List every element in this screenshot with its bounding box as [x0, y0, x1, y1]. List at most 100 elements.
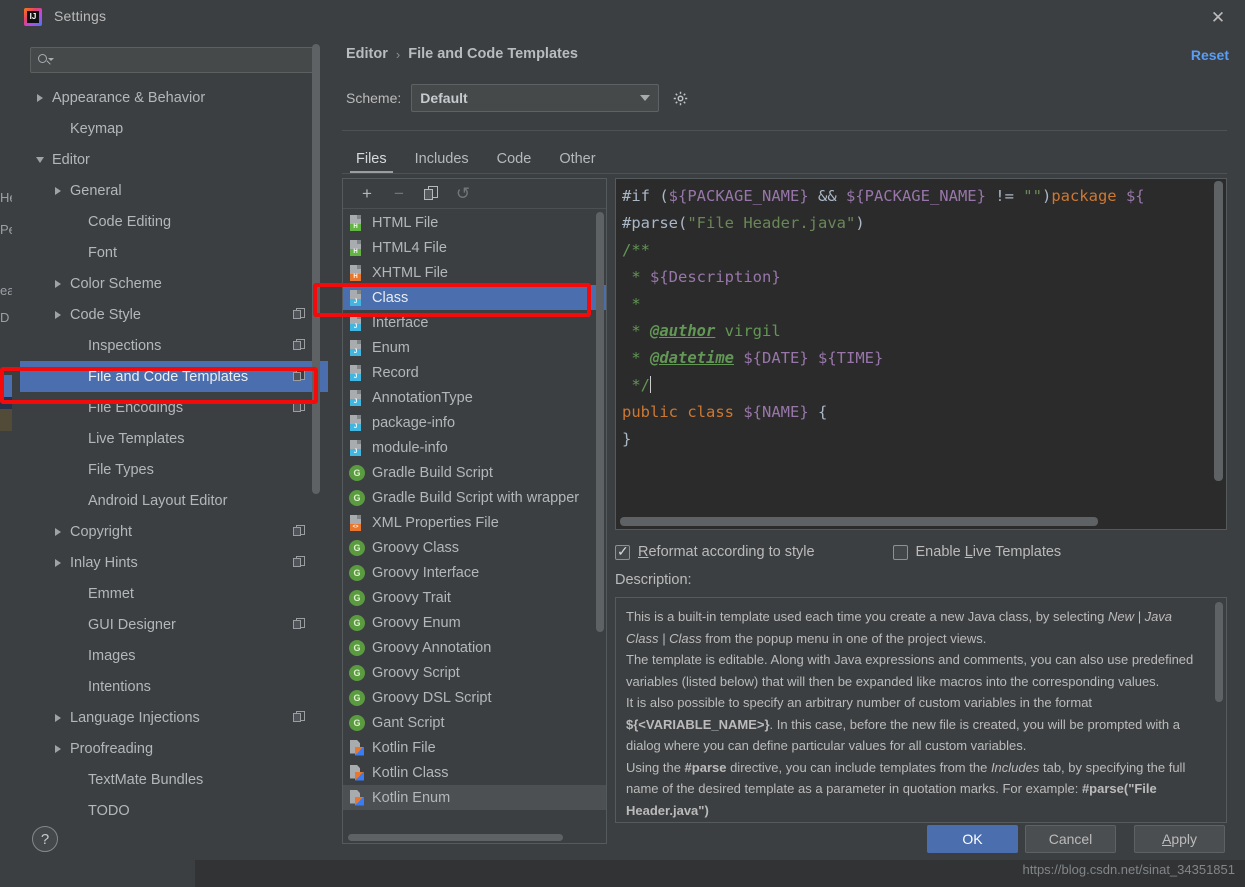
template-list-item[interactable]: G Gradle Build Script [343, 460, 606, 485]
template-list-item[interactable]: G Groovy Annotation [343, 635, 606, 660]
template-list-item[interactable]: G Groovy DSL Script [343, 685, 606, 710]
cancel-button[interactable]: Cancel [1025, 825, 1116, 853]
sidebar-item-android-layout-editor[interactable]: Android Layout Editor [20, 485, 328, 516]
template-code-text[interactable]: #if (${PACKAGE_NAME} && ${PACKAGE_NAME} … [622, 183, 1226, 453]
sidebar-item-label: Font [88, 244, 118, 261]
template-list-item[interactable]: H HTML4 File [343, 235, 606, 260]
chevron-down-icon[interactable] [34, 153, 48, 167]
tab-code[interactable]: Code [483, 151, 546, 174]
reformat-checkbox[interactable]: Reformat according to style [615, 543, 815, 560]
chevron-right-icon[interactable] [34, 91, 48, 105]
sidebar-item-file-and-code-templates[interactable]: File and Code Templates [20, 361, 328, 392]
template-list-item[interactable]: G Groovy Enum [343, 610, 606, 635]
editor-vscrollbar[interactable] [1214, 181, 1223, 481]
add-template-button[interactable]: + [351, 181, 383, 207]
chevron-right-icon[interactable] [52, 556, 66, 570]
chevron-right-icon[interactable] [52, 308, 66, 322]
sidebar-item-file-types[interactable]: File Types [20, 454, 328, 485]
sidebar-item-live-templates[interactable]: Live Templates [20, 423, 328, 454]
sidebar-item-emmet[interactable]: Emmet [20, 578, 328, 609]
sidebar-item-editor[interactable]: Editor [20, 144, 328, 175]
template-list-item[interactable]: J Record [343, 360, 606, 385]
live-templates-checkbox[interactable]: Enable Live Templates [892, 544, 1061, 560]
tab-includes[interactable]: Includes [401, 151, 483, 174]
sidebar-item-textmate-bundles[interactable]: TextMate Bundles [20, 764, 328, 795]
template-list-item[interactable]: H XHTML File [343, 260, 606, 285]
template-list-item[interactable]: Kotlin Enum [343, 785, 606, 810]
template-list-vscrollbar[interactable] [596, 212, 604, 632]
search-input[interactable] [53, 51, 311, 69]
template-list-item[interactable]: J Class [343, 285, 606, 310]
reset-template-button[interactable]: ↺ [447, 181, 479, 207]
editor-hscrollbar[interactable] [620, 517, 1098, 526]
help-icon[interactable]: ? [32, 826, 58, 852]
sidebar-item-todo[interactable]: TODO [20, 795, 328, 819]
chevron-right-icon[interactable] [52, 277, 66, 291]
template-list-item[interactable]: G Groovy Trait [343, 585, 606, 610]
template-list-item[interactable]: G Groovy Class [343, 535, 606, 560]
sidebar-item-code-editing[interactable]: Code Editing [20, 206, 328, 237]
search-box[interactable] [30, 47, 318, 73]
template-list-item[interactable]: Kotlin Class [343, 760, 606, 785]
template-list-item[interactable]: G Gant Script [343, 710, 606, 735]
template-list-item[interactable]: J Enum [343, 335, 606, 360]
apply-button[interactable]: Apply [1134, 825, 1225, 853]
sidebar-item-appearance-behavior[interactable]: Appearance & Behavior [20, 82, 328, 113]
tab-files[interactable]: Files [342, 151, 401, 174]
live-templates-checkbox-box[interactable] [892, 544, 908, 560]
chevron-right-icon[interactable] [52, 711, 66, 725]
sidebar-item-proofreading[interactable]: Proofreading [20, 733, 328, 764]
reset-link[interactable]: Reset [1191, 47, 1229, 63]
sidebar-item-images[interactable]: Images [20, 640, 328, 671]
template-code-editor[interactable]: #if (${PACKAGE_NAME} && ${PACKAGE_NAME} … [615, 178, 1227, 530]
sidebar-item-label: Code Style [70, 306, 141, 323]
template-list-item[interactable]: Kotlin File [343, 735, 606, 760]
sidebar-item-color-scheme[interactable]: Color Scheme [20, 268, 328, 299]
ok-button[interactable]: OK [927, 825, 1018, 853]
copy-icon [293, 556, 306, 569]
sidebar-item-gui-designer[interactable]: GUI Designer [20, 609, 328, 640]
close-icon[interactable]: ✕ [1201, 6, 1235, 30]
sidebar-item-label: General [70, 182, 122, 199]
scheme-dropdown[interactable]: Default [411, 84, 660, 112]
description-vscrollbar[interactable] [1215, 602, 1223, 702]
breadcrumb-item-editor[interactable]: Editor [346, 46, 388, 62]
template-list-item[interactable]: H HTML File [343, 210, 606, 235]
sidebar-item-font[interactable]: Font [20, 237, 328, 268]
code-token: != [985, 187, 1024, 205]
tab-other[interactable]: Other [545, 151, 609, 174]
sidebar-item-intentions[interactable]: Intentions [20, 671, 328, 702]
template-list-item[interactable]: J AnnotationType [343, 385, 606, 410]
template-list-item[interactable]: G Groovy Script [343, 660, 606, 685]
sidebar-item-code-style[interactable]: Code Style [20, 299, 328, 330]
template-list-item-label: Groovy Enum [372, 614, 461, 631]
sidebar-item-language-injections[interactable]: Language Injections [20, 702, 328, 733]
template-list-item-label: HTML File [372, 214, 439, 231]
template-list-item[interactable]: J Interface [343, 310, 606, 335]
template-list-item[interactable]: Jmodule-info [343, 435, 606, 460]
sidebar-item-inlay-hints[interactable]: Inlay Hints [20, 547, 328, 578]
chevron-right-icon[interactable] [52, 525, 66, 539]
template-list-item[interactable]: G Groovy Interface [343, 560, 606, 585]
reformat-checkbox-box[interactable] [615, 543, 630, 560]
gear-icon[interactable] [669, 87, 691, 109]
template-list-item[interactable]: G Gradle Build Script with wrapper [343, 485, 606, 510]
sidebar-item-file-encodings[interactable]: File Encodings [20, 392, 328, 423]
code-token: ${TIME} [818, 349, 884, 367]
remove-template-button[interactable]: − [383, 181, 415, 207]
sidebar-scrollbar-thumb[interactable] [312, 44, 320, 494]
copy-template-button[interactable] [415, 181, 447, 207]
sidebar-item-general[interactable]: General [20, 175, 328, 206]
template-list-item[interactable]: <> XML Properties File [343, 510, 606, 535]
chevron-right-icon[interactable] [52, 184, 66, 198]
chevron-right-icon[interactable] [52, 742, 66, 756]
sidebar-item-inspections[interactable]: Inspections [20, 330, 328, 361]
sidebar-item-copyright[interactable]: Copyright [20, 516, 328, 547]
settings-dialog: IJ Settings ✕ Appearance & Behavior Keyma… [12, 0, 1245, 860]
template-list-item[interactable]: Jpackage-info [343, 410, 606, 435]
sidebar-item-keymap[interactable]: Keymap [20, 113, 328, 144]
description-text: This is a built-in template used each ti… [626, 609, 1194, 818]
template-list-toolbar: + − ↺ [343, 179, 606, 209]
java-file-icon: J [349, 314, 365, 331]
